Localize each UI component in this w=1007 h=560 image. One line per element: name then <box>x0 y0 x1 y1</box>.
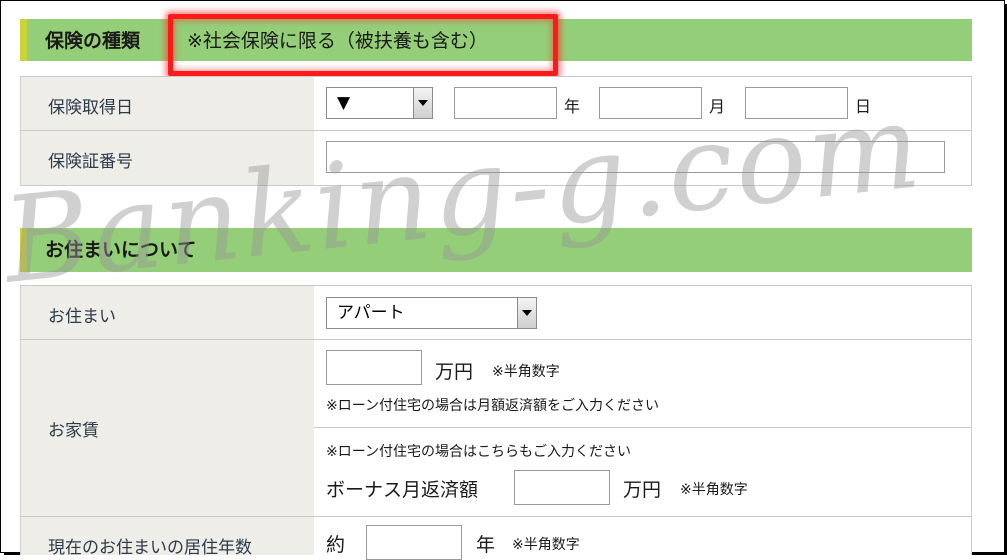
year-unit: 年 <box>564 97 581 116</box>
insurance-card-number-row: 保険証番号 <box>20 131 972 186</box>
label-cell: 現在のお住まいの居住年数 <box>20 517 315 558</box>
value-cell: 万円 ※半角数字 ※ローン付住宅の場合は月額返済額をご入力ください ※ローン付住… <box>314 340 972 516</box>
bonus-label: ボーナス月返済額 <box>326 479 479 501</box>
residence-section-header: お住まいについて <box>20 228 972 272</box>
years-lived-unit: 年 <box>476 534 496 556</box>
divider <box>314 427 971 428</box>
insurance-section-header: 保険の種類 ※社会保険に限る（被扶養も含む） <box>20 19 972 61</box>
residence-type-select-value: アパート <box>337 303 405 323</box>
residence-type-select[interactable]: アパート <box>326 297 537 329</box>
value-cell <box>314 131 972 185</box>
residence-type-row: お住まい アパート <box>20 285 972 340</box>
rent-input[interactable] <box>326 350 422 385</box>
years-lived-label: 現在のお住まいの居住年数 <box>48 538 252 558</box>
residence-section-title: お住まいについて <box>45 239 197 261</box>
bonus-input[interactable] <box>514 470 610 505</box>
day-unit: 日 <box>855 97 872 116</box>
years-lived-hint: ※半角数字 <box>512 537 580 553</box>
label-cell: 保険取得日 <box>20 77 315 130</box>
years-lived-row: 現在のお住まいの居住年数 約 年 ※半角数字 <box>20 517 972 560</box>
rent-row: お家賃 万円 ※半角数字 ※ローン付住宅の場合は月額返済額をご入力ください ※ロ… <box>20 340 972 517</box>
residence-type-label: お住まい <box>48 307 116 327</box>
insurance-card-number-input[interactable] <box>326 141 945 173</box>
insurance-era-select-value: ▼ <box>337 93 351 113</box>
value-cell: ▼ 年 月 日 <box>314 77 972 130</box>
value-cell: 約 年 ※半角数字 <box>314 517 972 560</box>
insurance-month-input[interactable] <box>599 87 702 119</box>
loan-monthly-note: ※ローン付住宅の場合は月額返済額をご入力ください <box>326 398 660 414</box>
chevron-down-icon[interactable] <box>413 88 432 118</box>
bonus-hint: ※半角数字 <box>680 482 748 498</box>
insurance-acquired-date-row: 保険取得日 ▼ 年 月 日 <box>20 76 972 131</box>
insurance-era-select[interactable]: ▼ <box>326 87 433 119</box>
value-cell: アパート <box>314 286 972 339</box>
month-unit: 月 <box>709 97 726 116</box>
insurance-acquired-date-label: 保険取得日 <box>48 98 133 118</box>
rent-unit: 万円 <box>435 361 474 383</box>
insurance-year-input[interactable] <box>454 87 557 119</box>
bonus-unit: 万円 <box>623 479 662 501</box>
insurance-day-input[interactable] <box>745 87 848 119</box>
label-cell: 保険証番号 <box>20 131 315 185</box>
label-cell: お住まい <box>20 286 315 339</box>
insurance-section-note: ※社会保険に限る（被扶養も含む） <box>187 30 488 52</box>
insurance-section-title: 保険の種類 <box>45 30 141 52</box>
rent-label: お家賃 <box>48 421 99 441</box>
chevron-down-icon[interactable] <box>517 298 536 328</box>
insurance-card-number-label: 保険証番号 <box>48 152 133 172</box>
label-cell: お家賃 <box>20 340 315 516</box>
bonus-note: ※ローン付住宅の場合はこちらもご入力ください <box>326 444 632 460</box>
years-lived-prefix: 約 <box>326 534 346 556</box>
rent-hint: ※半角数字 <box>492 364 560 380</box>
